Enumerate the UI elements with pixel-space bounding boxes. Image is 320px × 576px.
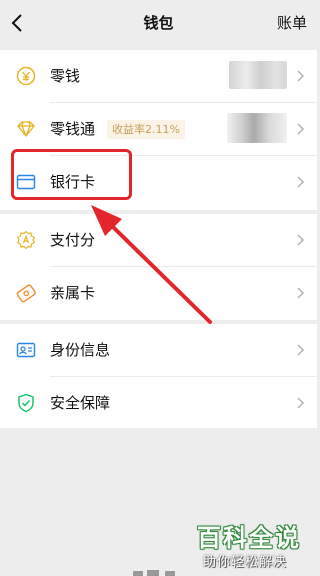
chevron-right-icon xyxy=(297,287,305,299)
menu-item-label: 身份信息 xyxy=(50,341,111,359)
menu-item-change[interactable]: 零钱 xyxy=(0,50,317,102)
wallet-group-security: 身份信息 安全保障 xyxy=(0,324,317,428)
yield-rate-badge: 收益率2.11% xyxy=(107,120,185,139)
menu-item-family-card[interactable]: 亲属卡 xyxy=(0,267,317,319)
chevron-right-icon xyxy=(297,176,305,188)
menu-item-identity[interactable]: 身份信息 xyxy=(0,324,317,376)
pay-score-icon xyxy=(17,230,35,250)
coin-icon xyxy=(16,66,36,86)
menu-item-label: 零钱 xyxy=(50,67,81,85)
watermark-subtitle: 助你轻松解决 xyxy=(203,555,288,570)
page-title: 钱包 xyxy=(143,14,174,32)
shield-icon xyxy=(18,393,34,413)
id-card-icon xyxy=(16,342,36,358)
menu-item-label: 零钱通 xyxy=(50,120,96,138)
balance-blurred-value xyxy=(229,61,287,89)
bill-button[interactable]: 账单 xyxy=(277,12,307,33)
menu-item-security[interactable]: 安全保障 xyxy=(0,377,317,429)
highlight-box xyxy=(11,149,132,200)
diamond-icon xyxy=(17,121,35,137)
menu-item-label: 亲属卡 xyxy=(50,284,96,302)
wallet-group-credit: 支付分 亲属卡 xyxy=(0,214,317,320)
chevron-right-icon xyxy=(297,234,305,246)
menu-item-label: 安全保障 xyxy=(50,394,111,412)
chevron-right-icon xyxy=(297,397,305,409)
cropped-text-fragment xyxy=(133,570,175,576)
chevron-right-icon xyxy=(297,344,305,356)
top-nav-bar: 钱包 账单 xyxy=(0,0,317,46)
watermark-logo: 百科全说 助你轻松解决 xyxy=(193,518,313,570)
watermark-title: 百科全说 xyxy=(197,524,301,552)
family-card-icon xyxy=(16,284,36,303)
menu-item-pay-score[interactable]: 支付分 xyxy=(0,214,317,266)
balance-blurred-value xyxy=(227,113,287,143)
chevron-right-icon xyxy=(297,123,305,135)
menu-item-label: 支付分 xyxy=(50,231,96,249)
menu-item-lingqiantong[interactable]: 零钱通 收益率2.11% xyxy=(0,103,317,155)
chevron-right-icon xyxy=(297,70,305,82)
